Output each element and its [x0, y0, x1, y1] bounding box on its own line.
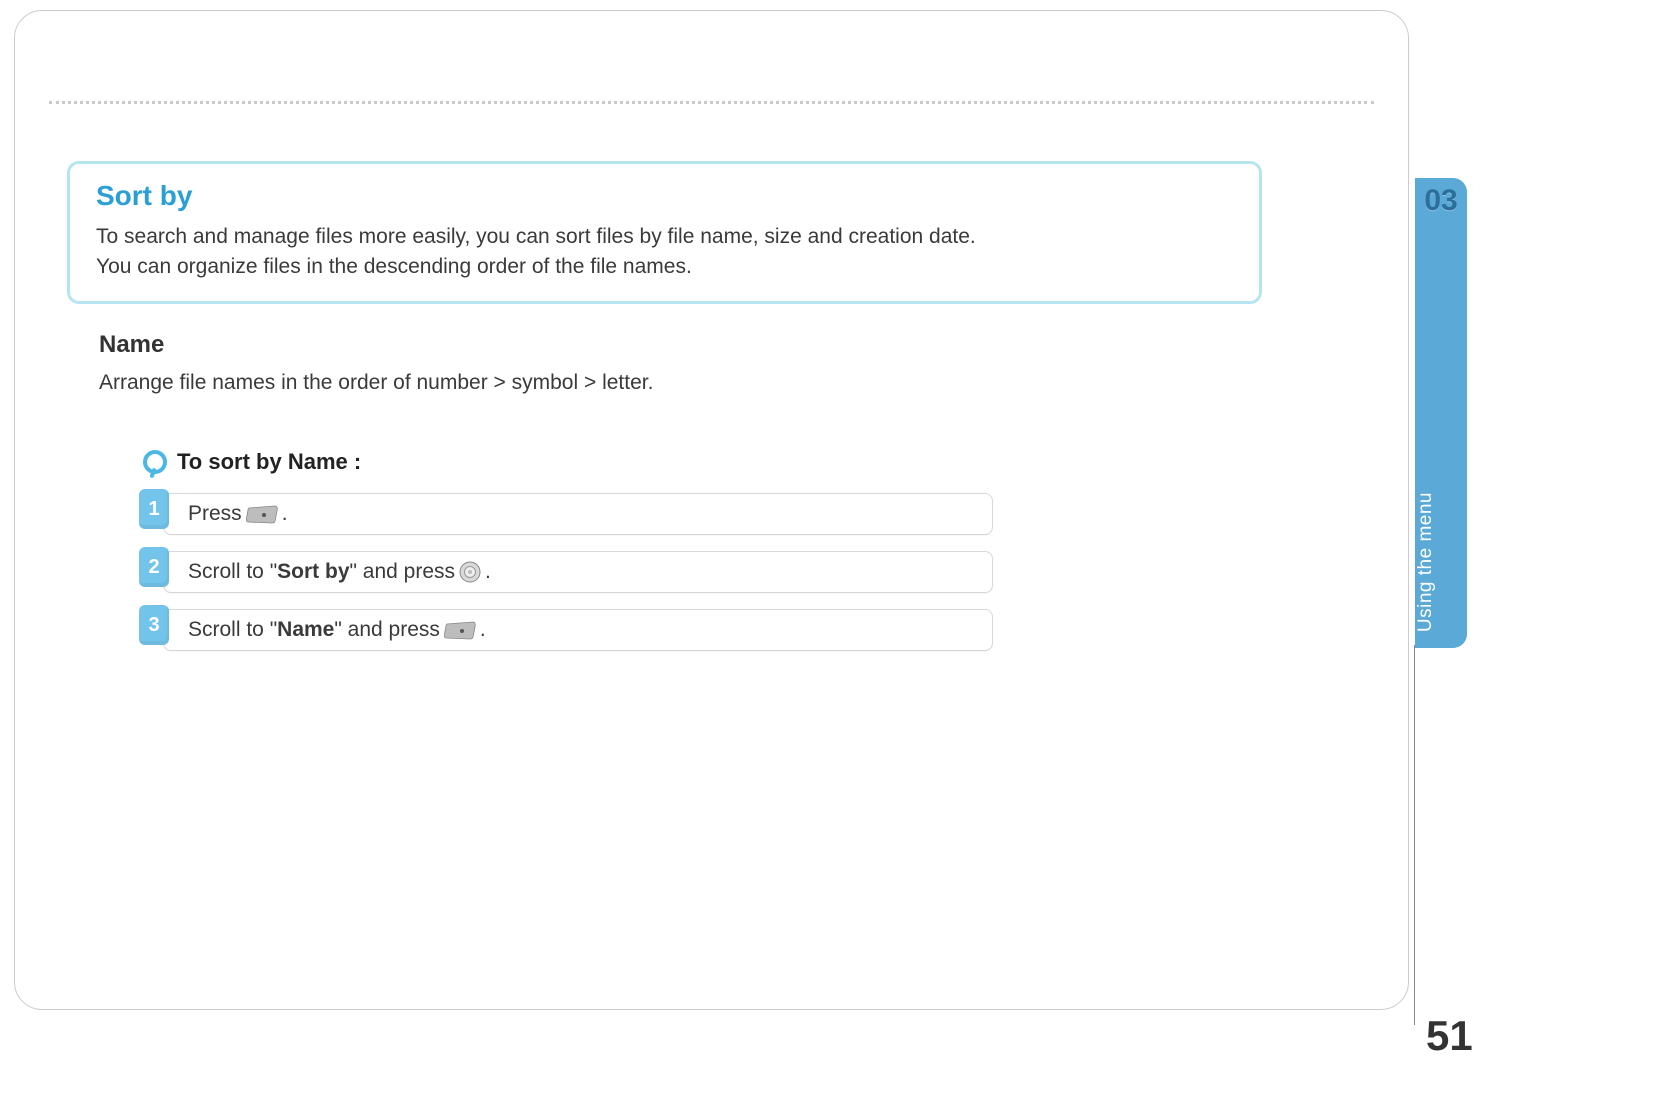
step-text-bold: Name — [277, 618, 334, 642]
step-1: 1 Press . — [143, 493, 993, 535]
info-desc-line1: To search and manage files more easily, … — [96, 225, 976, 248]
step-text-pre: Press — [188, 502, 242, 526]
step-badge: 2 — [139, 547, 169, 587]
info-box: Sort by To search and manage files more … — [67, 161, 1262, 304]
step-2: 2 Scroll to " Sort by " and press . — [143, 551, 993, 593]
step-text-post: . — [485, 560, 491, 584]
step-text-pre: Scroll to " — [188, 560, 277, 584]
steps-title: To sort by Name : — [177, 449, 361, 475]
page-number: 51 — [1426, 1012, 1473, 1060]
divider-dotted — [49, 101, 1374, 104]
info-desc-line2: You can organize files in the descending… — [96, 255, 692, 278]
info-title: Sort by — [96, 180, 1233, 212]
menu-button-icon — [246, 504, 278, 524]
step-body: Scroll to " Sort by " and press . — [163, 551, 993, 593]
vertical-line — [1414, 645, 1415, 1025]
step-body: Press . — [163, 493, 993, 535]
step-badge: 1 — [139, 489, 169, 529]
step-text-post: . — [480, 618, 486, 642]
step-text-bold: Sort by — [277, 560, 349, 584]
steps-title-row: To sort by Name : — [143, 449, 993, 475]
step-body: Scroll to " Name " and press . — [163, 609, 993, 651]
chapter-number: 03 — [1415, 184, 1467, 218]
step-3: 3 Scroll to " Name " and press . — [143, 609, 993, 651]
side-tab: 03 Using the menu — [1415, 178, 1467, 648]
section-desc: Arrange file names in the order of numbe… — [99, 371, 653, 395]
step-text-mid: " and press — [350, 560, 456, 584]
step-text-mid: " and press — [334, 618, 440, 642]
menu-button-icon — [444, 620, 476, 640]
step-text-pre: Scroll to " — [188, 618, 277, 642]
step-text-post: . — [282, 502, 288, 526]
step-badge: 3 — [139, 605, 169, 645]
info-desc: To search and manage files more easily, … — [96, 222, 1233, 283]
steps-block: To sort by Name : 1 Press . — [143, 449, 993, 667]
page-frame: Sort by To search and manage files more … — [14, 10, 1409, 1010]
side-tab-label: Using the menu — [1415, 492, 1467, 632]
ring-icon — [143, 450, 167, 474]
ok-round-icon — [459, 561, 481, 583]
section-heading: Name — [99, 331, 164, 359]
